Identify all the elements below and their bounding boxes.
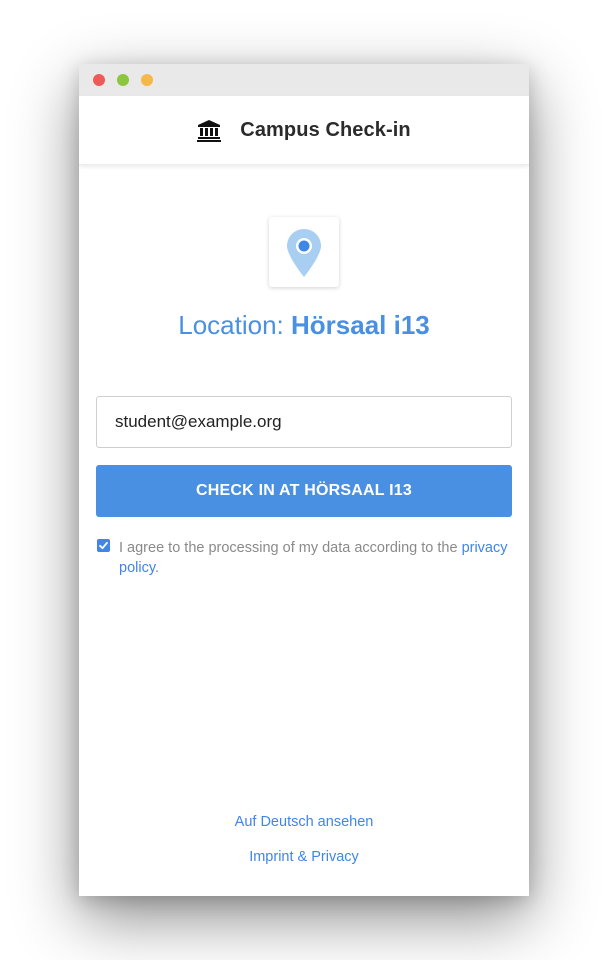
window-titlebar (79, 64, 529, 96)
location-heading: Location: Hörsaal i13 (79, 310, 529, 341)
location-name: Hörsaal i13 (291, 310, 430, 340)
consent-text: I agree to the processing of my data acc… (119, 540, 462, 556)
location-pin-card (269, 217, 339, 287)
email-field[interactable] (96, 396, 512, 448)
consent-suffix: . (155, 560, 160, 576)
window-minimize-button[interactable] (117, 74, 129, 86)
imprint-privacy-link[interactable]: Imprint & Privacy (79, 849, 529, 865)
app-header: Campus Check-in (79, 96, 529, 165)
institution-icon (197, 118, 222, 142)
location-prefix: Location: (178, 310, 291, 340)
consent-checkbox[interactable] (97, 539, 110, 552)
window-close-button[interactable] (93, 74, 105, 86)
map-pin-icon (287, 229, 321, 277)
window-maximize-button[interactable] (141, 74, 153, 86)
consent-label: I agree to the processing of my data acc… (119, 538, 509, 578)
check-in-button[interactable]: CHECK IN AT HÖRSAAL I13 (96, 465, 512, 517)
checkmark-icon (99, 541, 108, 550)
german-language-link[interactable]: Auf Deutsch ansehen (79, 814, 529, 830)
app-window: Campus Check-in Location: Hörsaal i13 CH… (79, 64, 529, 896)
app-title: Campus Check-in (240, 118, 411, 141)
screenshot-stage: Campus Check-in Location: Hörsaal i13 CH… (0, 0, 602, 960)
